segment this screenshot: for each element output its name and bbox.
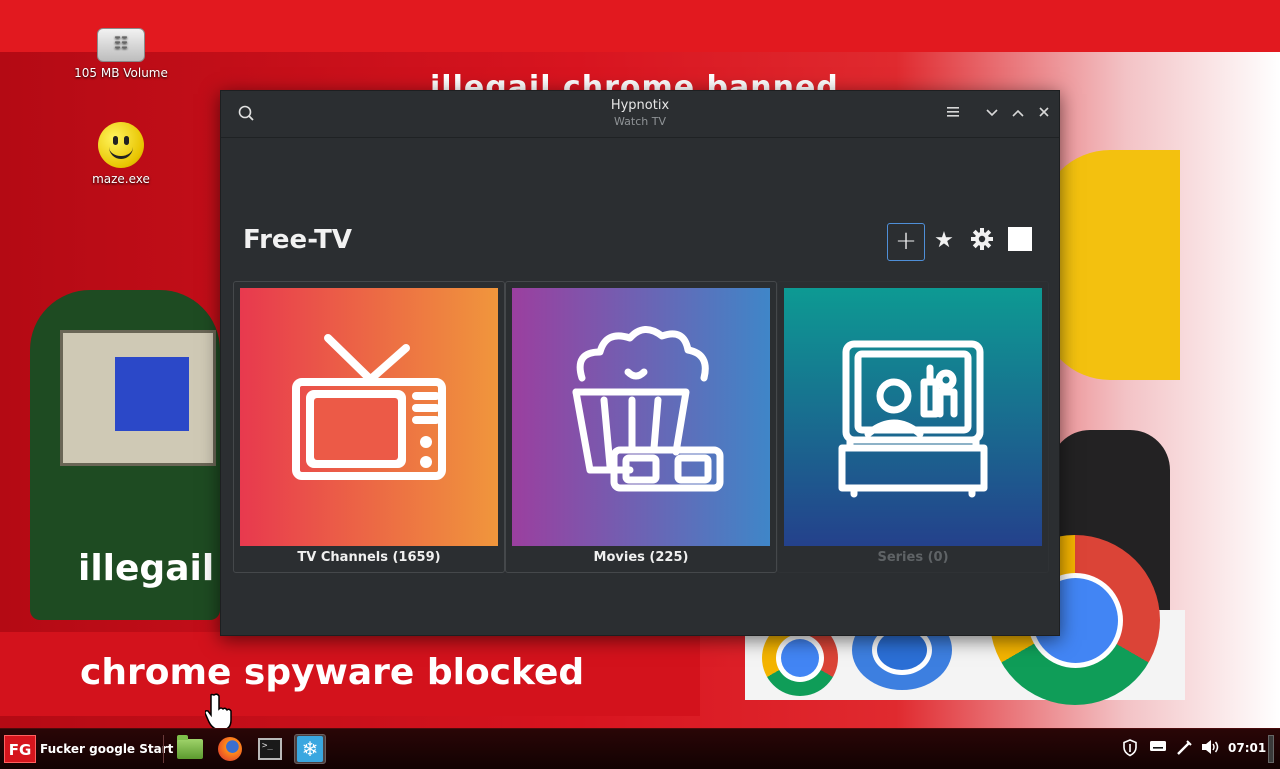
terminal-icon: >_ [258, 738, 282, 760]
hamburger-menu-icon[interactable] [944, 104, 964, 124]
plus-icon[interactable]: + [887, 223, 925, 261]
desktop-icon-maze[interactable]: maze.exe [66, 122, 176, 186]
hand-cursor-icon [204, 693, 235, 731]
card-label: Movies (225) [593, 550, 689, 565]
launcher-firefox[interactable] [214, 734, 246, 764]
popcorn-icon [512, 288, 770, 546]
usb-drive-icon [97, 28, 145, 62]
shield-icon[interactable] [1120, 739, 1140, 759]
desktop-icon-label: 105 MB Volume [74, 66, 168, 80]
clock[interactable]: 07:01 [1228, 741, 1266, 755]
show-desktop-button[interactable] [1268, 735, 1274, 763]
keyboard-icon[interactable] [1148, 739, 1168, 759]
smiley-icon [98, 122, 144, 168]
gear-icon[interactable] [964, 223, 1000, 259]
launcher-hypnotix[interactable]: ❄ [294, 734, 326, 764]
desktop-icon-label: maze.exe [92, 172, 150, 186]
wallpaper-yellow-shape [1040, 150, 1180, 380]
taskbar-separator [163, 735, 164, 763]
firefox-icon [218, 737, 242, 761]
square-icon[interactable] [1002, 223, 1038, 259]
wallpaper-slogan: chrome spyware blocked [80, 652, 585, 693]
start-logo: FG [4, 735, 36, 763]
card-tv-channels[interactable]: TV Channels (1659) [233, 281, 505, 573]
wallpaper-top-band [0, 0, 1280, 52]
star-icon[interactable]: ★ [926, 223, 962, 259]
card-series[interactable]: Series (0) [777, 281, 1049, 573]
hypnotix-window: Hypnotix Watch TV Free-TV + ★ TV Channel… [220, 90, 1060, 636]
card-label: TV Channels (1659) [297, 550, 441, 565]
start-button[interactable]: FG Fucker google Start [4, 733, 173, 765]
hypnotix-icon: ❄ [297, 736, 323, 762]
launcher-terminal[interactable]: >_ [254, 734, 286, 764]
wallpaper-monitor [60, 330, 216, 466]
launcher-files[interactable] [174, 734, 206, 764]
wallpaper-monitor-screen [115, 357, 189, 431]
window-subtitle: Watch TV [614, 115, 666, 128]
close-icon[interactable] [1034, 104, 1054, 124]
card-movies[interactable]: Movies (225) [505, 281, 777, 573]
volume-icon[interactable] [1200, 739, 1220, 759]
provider-title: Free-TV [243, 225, 353, 255]
series-icon [784, 288, 1042, 546]
window-title: Hypnotix [610, 98, 670, 113]
pen-icon[interactable] [1174, 739, 1194, 759]
chevron-down-icon[interactable] [982, 104, 1002, 124]
taskbar: FG Fucker google Start >_ ❄ 07:01 [0, 728, 1280, 769]
folder-icon [177, 735, 203, 759]
desktop-icon-volume[interactable]: 105 MB Volume [66, 28, 176, 80]
tv-icon [240, 288, 498, 546]
card-label: Series (0) [877, 550, 949, 565]
window-titlebar[interactable]: Hypnotix Watch TV [221, 91, 1059, 138]
chevron-up-icon[interactable] [1008, 104, 1028, 124]
start-label: Fucker google Start [40, 742, 174, 756]
